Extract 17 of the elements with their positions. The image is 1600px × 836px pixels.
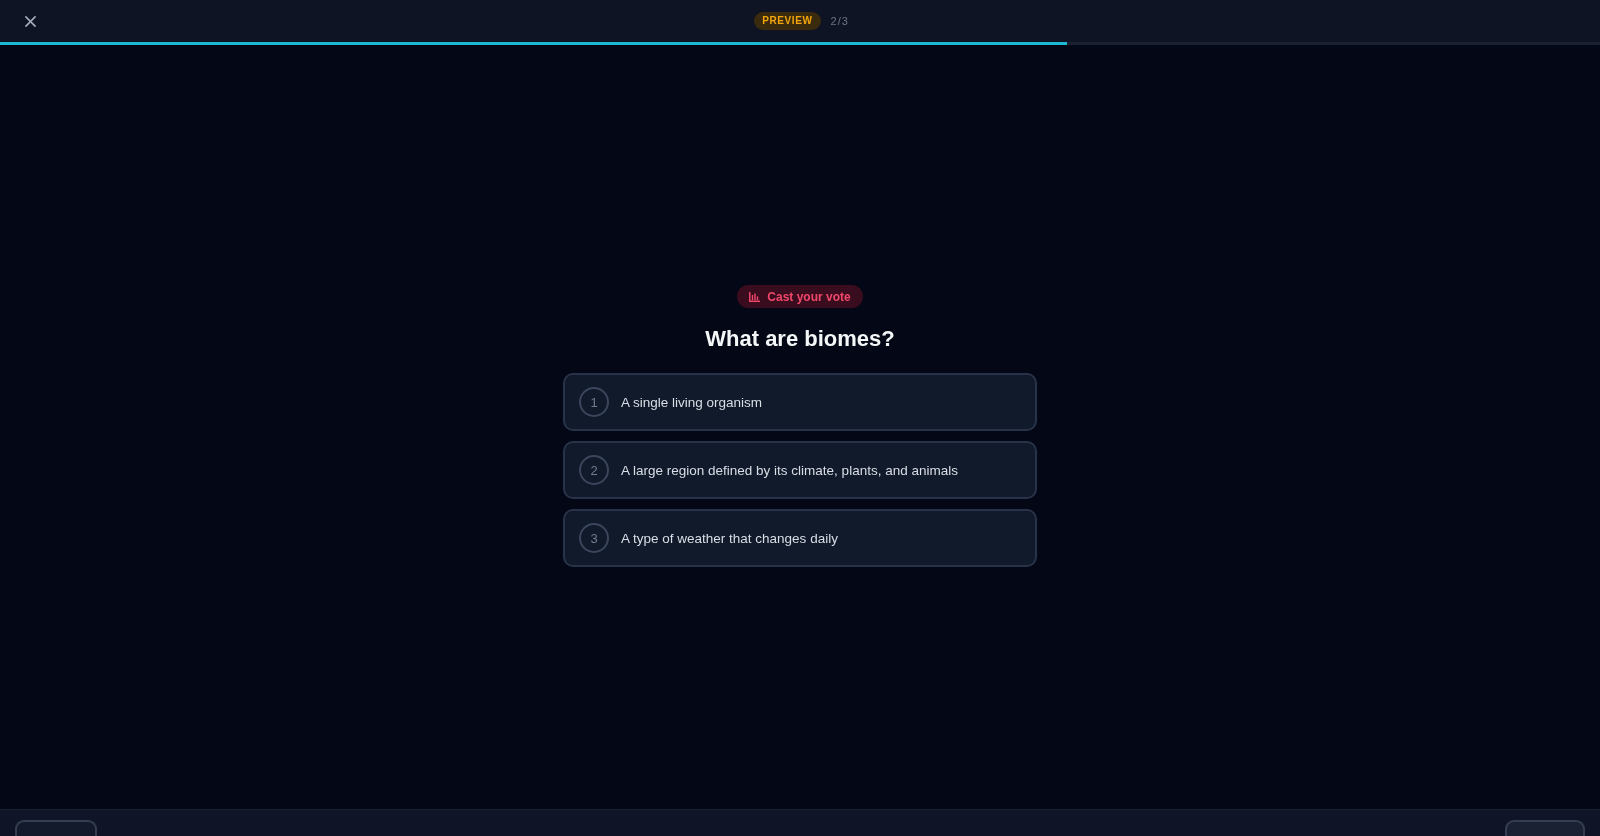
option-number: 2 [579,455,609,485]
bar-chart-icon [749,291,761,302]
back-button[interactable] [15,820,97,836]
vote-label: Cast your vote [767,289,851,304]
option-text: A type of weather that changes daily [621,530,838,546]
close-icon [24,15,36,27]
answer-option[interactable]: 1 A single living organism [563,373,1037,431]
option-number: 3 [579,523,609,553]
option-text: A large region defined by its climate, plants, and animals [621,462,958,478]
answer-option[interactable]: 2 A large region defined by its climate, plants, and animals [563,441,1037,499]
preview-badge: PREVIEW [754,12,821,30]
option-text: A single living organism [621,394,763,410]
question-counter: 2/3 [830,15,849,27]
question-title: What are biomes? [705,325,895,353]
answer-option[interactable]: 3 A type of weather that changes daily [563,509,1037,567]
option-number: 1 [579,387,609,417]
next-button[interactable] [1505,820,1585,836]
